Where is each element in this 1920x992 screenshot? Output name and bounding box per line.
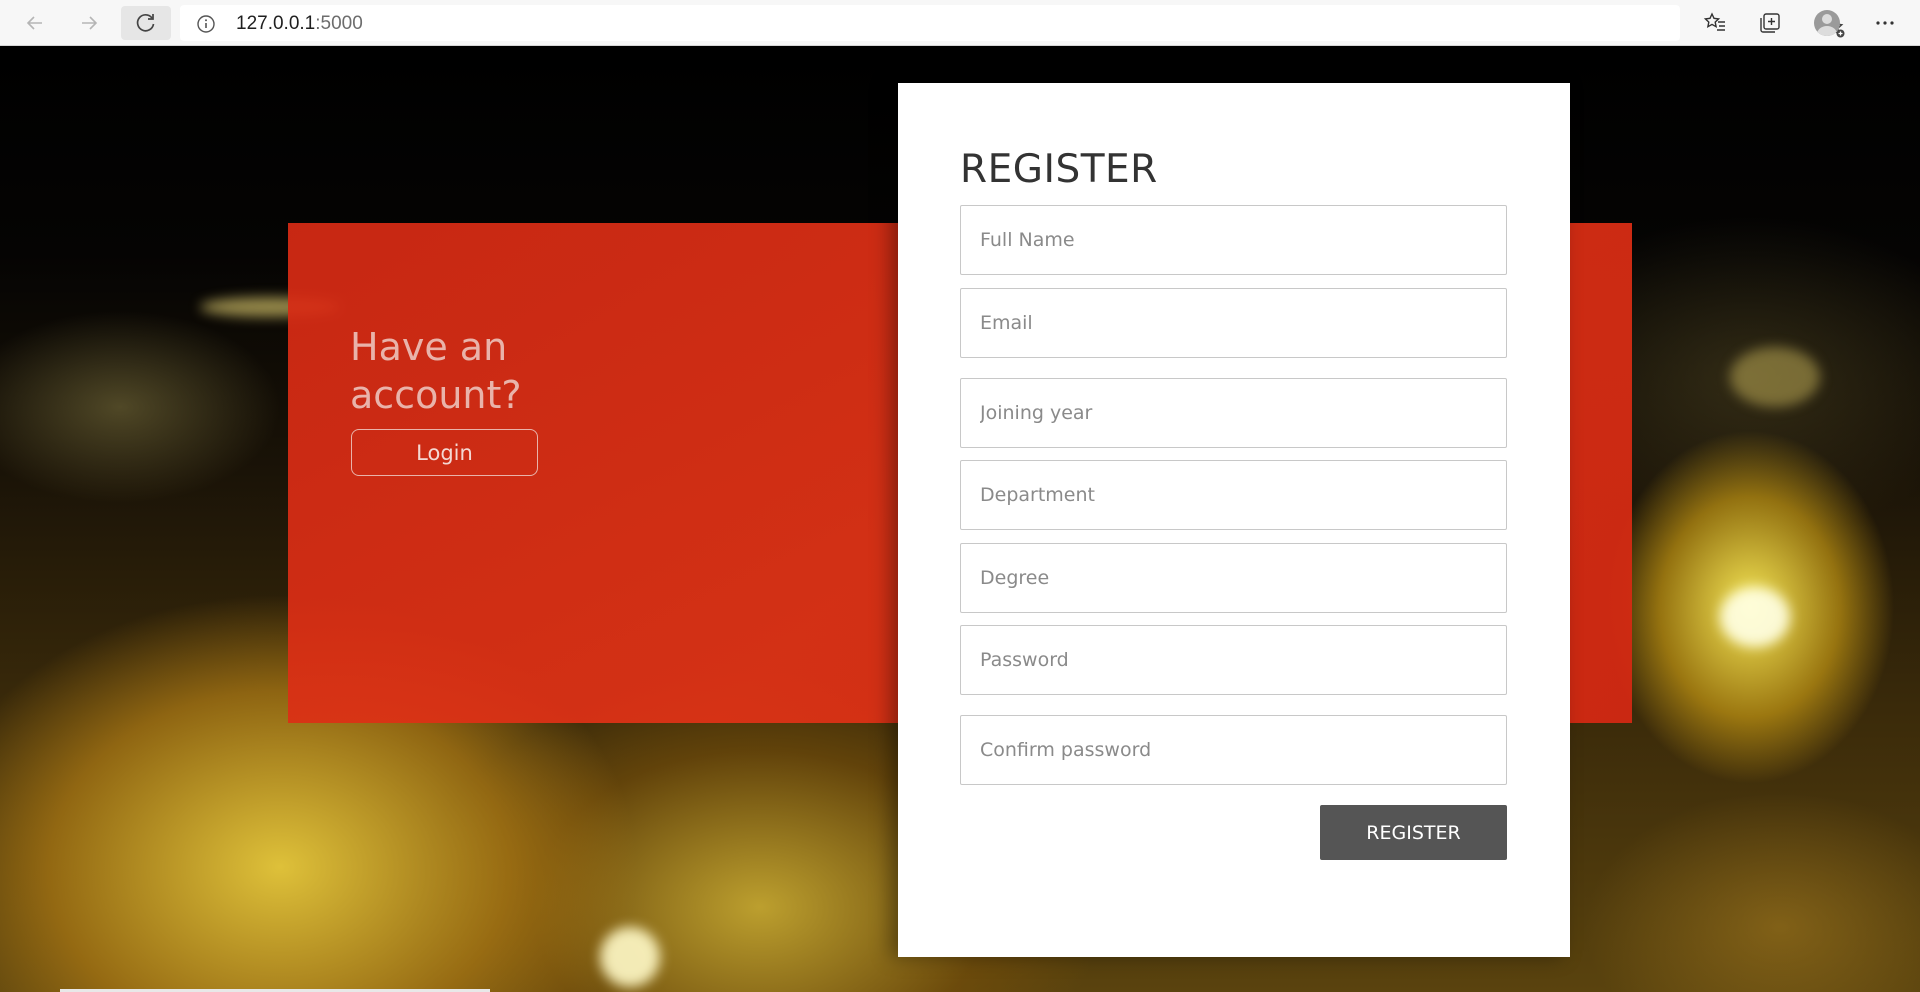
profile-button[interactable] <box>1814 10 1840 36</box>
url-text: 127.0.0.1:5000 <box>236 13 363 35</box>
collections-button[interactable] <box>1757 10 1783 36</box>
browser-toolbar: 127.0.0.1:5000 <box>0 0 1920 46</box>
have-account-text: Have an account? <box>350 325 522 417</box>
full-name-field[interactable] <box>960 205 1507 275</box>
background-light-glow <box>600 927 660 987</box>
favorites-list-icon <box>1703 12 1725 31</box>
favorites-button[interactable] <box>1702 10 1728 36</box>
address-bar[interactable]: 127.0.0.1:5000 <box>180 5 1845 41</box>
background-light-glow <box>1720 587 1790 647</box>
url-port: :5000 <box>315 13 363 34</box>
ellipsis-icon <box>1876 21 1894 25</box>
joining-year-field[interactable] <box>960 378 1507 448</box>
register-title: REGISTER <box>960 147 1158 192</box>
arrow-right-icon <box>82 16 98 30</box>
confirm-password-field[interactable] <box>960 715 1507 785</box>
url-host: 127.0.0.1 <box>236 13 316 34</box>
collections-icon <box>1760 13 1780 33</box>
department-field[interactable] <box>960 460 1507 530</box>
arrow-left-icon <box>26 16 42 30</box>
degree-field[interactable] <box>960 543 1507 613</box>
register-button[interactable]: REGISTER <box>1320 805 1507 860</box>
reload-button[interactable] <box>121 6 171 40</box>
password-field[interactable] <box>960 625 1507 695</box>
forward-button[interactable] <box>72 6 106 40</box>
info-icon[interactable] <box>196 14 216 34</box>
back-button[interactable] <box>18 6 52 40</box>
more-menu-button[interactable] <box>1872 10 1898 36</box>
register-card: REGISTER REGISTER <box>898 83 1570 957</box>
refresh-icon <box>136 13 155 32</box>
email-field[interactable] <box>960 288 1507 358</box>
background-light-glow <box>1730 347 1820 407</box>
avatar <box>1814 10 1840 36</box>
login-button[interactable]: Login <box>351 429 538 476</box>
